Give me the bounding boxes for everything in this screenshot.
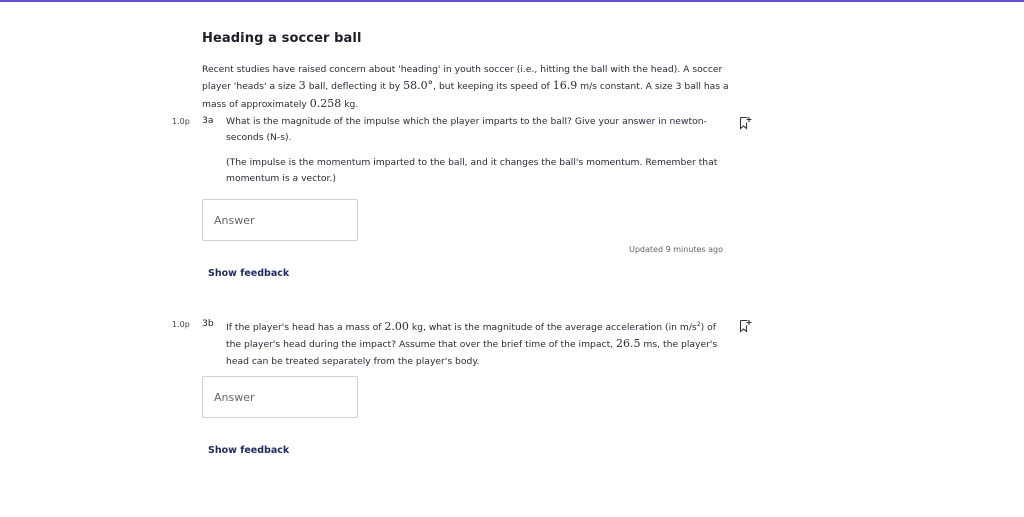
intro-line-2: player 'heads' a size 3 ball, deflecting… [202, 78, 730, 95]
flag-plus-icon[interactable] [739, 318, 752, 333]
intro-text: kg. [341, 98, 359, 110]
intro-text: ball, deflecting it by [305, 81, 404, 93]
q3a-answer-input[interactable] [202, 199, 358, 241]
intro-text: player 'heads' a size [202, 81, 299, 93]
q3a-number: 3a [202, 115, 214, 126]
top-accent-bar [0, 0, 1024, 2]
q3b-text: kg, what is the magnitude of the average… [408, 322, 697, 334]
q3b-points: 1.0p [172, 320, 190, 329]
q3b-text-line-2: the player's head during the impact? Ass… [226, 336, 724, 353]
intro-text: m/s constant. A size 3 ball has a [577, 81, 729, 93]
q3b-text: ) of [700, 322, 716, 334]
flag-plus-icon[interactable] [739, 115, 752, 130]
intro-text: mass of approximately [202, 98, 310, 110]
q3a-points: 1.0p [172, 117, 190, 126]
q3a-updated-status: Updated 9 minutes ago [629, 245, 724, 254]
page-title: Heading a soccer ball [202, 31, 362, 46]
ball-size-value: 3 [298, 79, 306, 93]
q3b-text: If the player's head has a mass of [226, 322, 385, 334]
q3a-text-line-2: seconds (N-s). [226, 132, 292, 144]
speed-value: 16.9 [552, 79, 578, 93]
ball-mass-value: 0.258 [309, 96, 342, 110]
impact-time-value: 26.5 [616, 337, 641, 351]
intro-line-3: mass of approximately 0.258 kg. [202, 96, 730, 113]
deflection-angle-value: 58.0° [403, 79, 434, 93]
intro-line-1: Recent studies have raised concern about… [202, 64, 723, 75]
q3a-hint: (The impulse is the momentum imparted to… [226, 155, 726, 188]
q3a-text-line-1: What is the magnitude of the impulse whi… [226, 116, 707, 127]
q3b-number: 3b [202, 318, 214, 329]
q3a-show-feedback-link[interactable]: Show feedback [208, 268, 289, 279]
problem-intro: Recent studies have raised concern about… [202, 62, 730, 113]
q3b-text-line-3: head can be treated separately from the … [226, 355, 480, 367]
intro-text: , but keeping its speed of [433, 81, 553, 93]
q3b-answer-input[interactable] [202, 376, 358, 418]
q3b-text: the player's head during the impact? Ass… [226, 339, 617, 351]
q3a-question-text: What is the magnitude of the impulse whi… [226, 114, 724, 147]
q3b-question-text: If the player's head has a mass of 2.00 … [226, 317, 724, 370]
q3a-hint-line-2: momentum is a vector.) [226, 173, 336, 185]
q3b-text-line-1: If the player's head has a mass of 2.00 … [226, 317, 724, 336]
q3a-hint-line-1: (The impulse is the momentum imparted to… [226, 157, 718, 168]
q3b-text: ms, the player's [640, 339, 718, 351]
q3b-show-feedback-link[interactable]: Show feedback [208, 445, 289, 456]
head-mass-value: 2.00 [384, 320, 409, 334]
